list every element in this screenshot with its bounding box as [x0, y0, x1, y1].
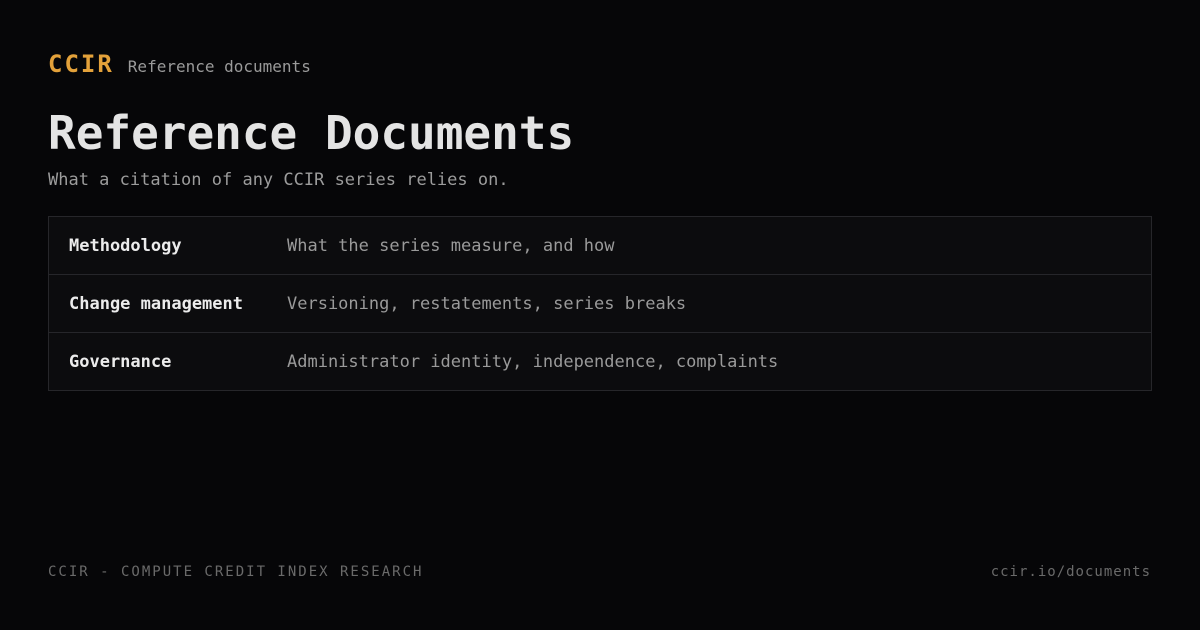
page-subtitle: What a citation of any CCIR series relie… [48, 170, 509, 190]
section-label: Reference documents [127, 57, 311, 76]
document-name[interactable]: Change management [49, 294, 287, 314]
brand-logo[interactable]: CCIR [48, 50, 114, 78]
document-description: What the series measure, and how [287, 235, 615, 256]
header: CCIR Reference documents [48, 50, 311, 78]
document-name[interactable]: Methodology [49, 236, 287, 256]
document-description: Administrator identity, independence, co… [287, 351, 779, 372]
footer-org: CCIR - COMPUTE CREDIT INDEX RESEARCH [48, 564, 424, 580]
document-description: Versioning, restatements, series breaks [287, 293, 687, 314]
table-row-methodology[interactable]: Methodology What the series measure, and… [49, 217, 1151, 274]
table-row-governance[interactable]: Governance Administrator identity, indep… [49, 332, 1151, 390]
document-name[interactable]: Governance [49, 352, 287, 372]
footer-url[interactable]: ccir.io/documents [991, 564, 1151, 580]
page-title: Reference Documents [48, 106, 575, 160]
documents-table: Methodology What the series measure, and… [48, 216, 1152, 391]
table-row-change-management[interactable]: Change management Versioning, restatemen… [49, 274, 1151, 332]
